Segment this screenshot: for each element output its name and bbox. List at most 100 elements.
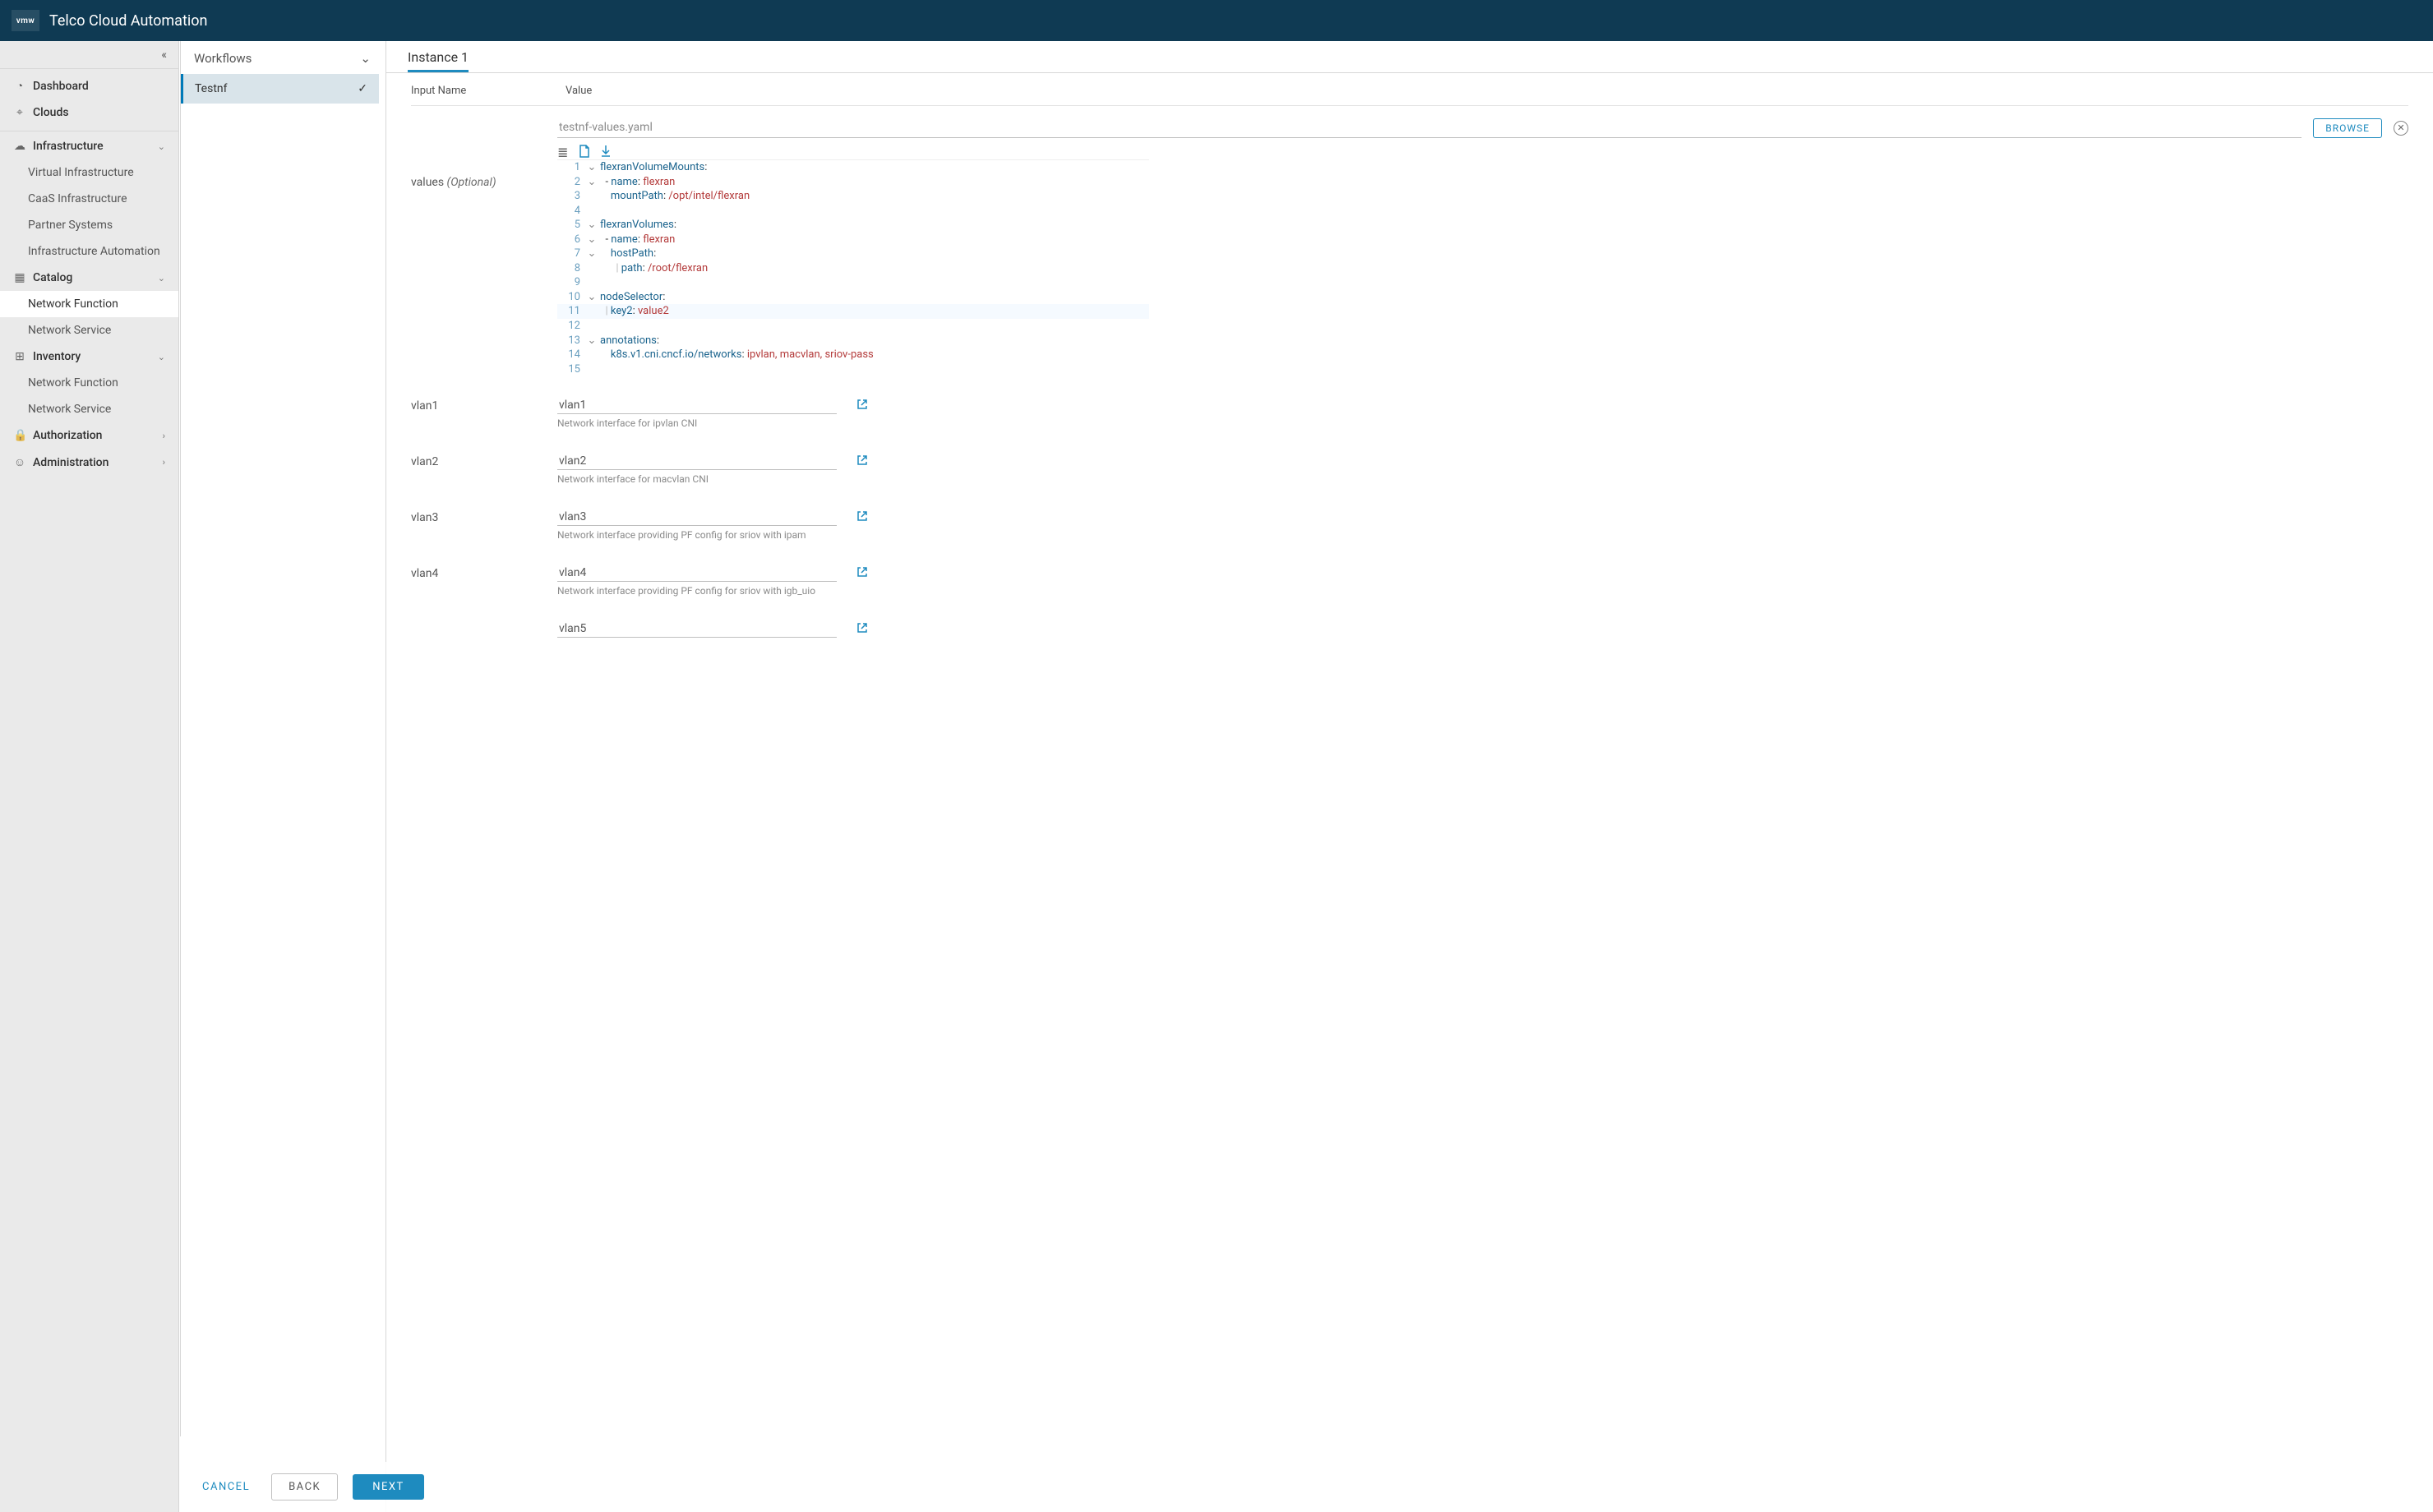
- editor-line[interactable]: 15: [557, 362, 1149, 377]
- clear-file-button[interactable]: ✕: [2394, 121, 2408, 136]
- sidebar-item-label: Infrastructure: [33, 140, 104, 153]
- editor-line[interactable]: 7⌄ hostPath:: [557, 247, 1149, 261]
- editor-line[interactable]: 10⌄nodeSelector:: [557, 290, 1149, 305]
- code: hostPath:: [598, 247, 1149, 261]
- close-icon: ✕: [2397, 122, 2404, 133]
- line-number: 3: [557, 189, 585, 204]
- sidebar-item-caas[interactable]: CaaS Infrastructure: [0, 186, 178, 212]
- sidebar-item-infrastructure[interactable]: ☁ Infrastructure ⌄: [0, 133, 178, 159]
- external-link-icon[interactable]: [856, 621, 868, 637]
- sidebar-item-inventory[interactable]: ⊞ Inventory ⌄: [0, 343, 178, 370]
- sidebar-item-label: Authorization: [33, 429, 102, 442]
- app-title: Telco Cloud Automation: [49, 12, 207, 30]
- sidebar-item-label: Catalog: [33, 271, 72, 284]
- vlan-hint: Network interface providing PF config fo…: [557, 585, 837, 597]
- sidebar-collapse[interactable]: «: [0, 41, 178, 69]
- editor-line[interactable]: 1⌄flexranVolumeMounts:: [557, 160, 1149, 175]
- list-icon[interactable]: ≣: [557, 145, 570, 158]
- code: k8s.v1.cni.cncf.io/networks: ipvlan, mac…: [598, 348, 1149, 362]
- code: | path: /root/flexran: [598, 261, 1149, 276]
- editor-line[interactable]: 12: [557, 319, 1149, 334]
- line-number: 8: [557, 261, 585, 276]
- browse-button[interactable]: BROWSE: [2313, 118, 2382, 138]
- vlan-input[interactable]: [557, 397, 837, 414]
- fold-icon[interactable]: ⌄: [585, 160, 598, 175]
- editor-line[interactable]: 3 mountPath: /opt/intel/flexran: [557, 189, 1149, 204]
- external-link-icon[interactable]: [856, 454, 868, 469]
- fold-icon[interactable]: ⌄: [585, 247, 598, 261]
- external-link-icon[interactable]: [856, 398, 868, 413]
- external-link-icon[interactable]: [856, 509, 868, 525]
- editor-line[interactable]: 8 | path: /root/flexran: [557, 261, 1149, 276]
- download-icon[interactable]: [600, 145, 613, 158]
- sidebar-item-administration[interactable]: ☺ Administration ›: [0, 449, 178, 476]
- editor-line[interactable]: 13⌄annotations:: [557, 334, 1149, 348]
- vlan-input[interactable]: [557, 565, 837, 582]
- tab-instance-1[interactable]: Instance 1: [408, 44, 469, 72]
- fold-icon[interactable]: ⌄: [585, 175, 598, 190]
- workflow-item-testnf[interactable]: Testnf ✓: [181, 74, 379, 104]
- inventory-icon: ⊞: [13, 350, 26, 363]
- workflow-item-label: Testnf: [195, 82, 228, 95]
- fold-icon[interactable]: ⌄: [585, 233, 598, 247]
- sidebar-item-network-service[interactable]: Network Service: [0, 317, 178, 343]
- sidebar-item-catalog[interactable]: ▦ Catalog ⌄: [0, 265, 178, 291]
- wizard-footer: CANCEL BACK NEXT: [179, 1462, 2433, 1512]
- sidebar-item-inv-network-function[interactable]: Network Function: [0, 370, 178, 396]
- catalog-icon: ▦: [13, 271, 26, 284]
- sidebar-item-inv-network-service[interactable]: Network Service: [0, 396, 178, 422]
- line-number: 4: [557, 204, 585, 219]
- editor-line[interactable]: 6⌄ - name: flexran: [557, 233, 1149, 247]
- fold-icon: [585, 304, 598, 319]
- editor-line[interactable]: 5⌄flexranVolumes:: [557, 218, 1149, 233]
- sidebar-item-authorization[interactable]: 🔒 Authorization ›: [0, 422, 178, 449]
- fold-icon[interactable]: ⌄: [585, 334, 598, 348]
- vlan-input[interactable]: [557, 509, 837, 526]
- code: [598, 362, 1149, 377]
- vlan-input[interactable]: [557, 453, 837, 470]
- code: annotations:: [598, 334, 1149, 348]
- fold-icon[interactable]: ⌄: [585, 290, 598, 305]
- vlan-label: vlan3: [411, 508, 542, 524]
- external-link-icon[interactable]: [856, 565, 868, 581]
- line-number: 14: [557, 348, 585, 362]
- line-number: 5: [557, 218, 585, 233]
- vlan-input[interactable]: [557, 620, 837, 638]
- editor-line[interactable]: 11 | key2: value2: [557, 304, 1149, 319]
- sidebar-item-infra-automation[interactable]: Infrastructure Automation: [0, 238, 178, 265]
- next-button[interactable]: NEXT: [353, 1474, 424, 1500]
- sidebar-item-label: Infrastructure Automation: [28, 245, 160, 258]
- fold-icon: [585, 275, 598, 290]
- line-number: 1: [557, 160, 585, 175]
- sidebar-item-dashboard[interactable]: ◔ Dashboard: [0, 72, 178, 99]
- fold-icon: [585, 189, 598, 204]
- workflows-title: Workflows: [194, 51, 252, 66]
- check-icon: ✓: [358, 82, 367, 95]
- editor-line[interactable]: 2⌄ - name: flexran: [557, 175, 1149, 190]
- sidebar-item-partner-systems[interactable]: Partner Systems: [0, 212, 178, 238]
- sidebar-item-network-function[interactable]: Network Function: [0, 291, 178, 317]
- file-name-input[interactable]: testnf-values.yaml: [557, 118, 2301, 138]
- fold-icon: [585, 348, 598, 362]
- yaml-editor[interactable]: 1⌄flexranVolumeMounts:2⌄ - name: flexran…: [557, 159, 1149, 376]
- code: | key2: value2: [598, 304, 1149, 319]
- cancel-button[interactable]: CANCEL: [196, 1474, 256, 1500]
- back-button[interactable]: BACK: [271, 1473, 338, 1500]
- fold-icon[interactable]: ⌄: [585, 218, 598, 233]
- vmw-logo: vmw: [12, 10, 39, 31]
- sidebar-item-label: Network Function: [28, 376, 118, 390]
- workflow-header[interactable]: Workflows ⌄: [179, 46, 385, 72]
- chevron-down-icon: ⌄: [158, 352, 165, 362]
- sidebar-item-clouds[interactable]: ⌖ Clouds: [0, 99, 178, 126]
- sidebar-item-virtual-infra[interactable]: Virtual Infrastructure: [0, 159, 178, 186]
- line-number: 9: [557, 275, 585, 290]
- sidebar-item-label: Network Service: [28, 324, 111, 337]
- editor-line[interactable]: 9: [557, 275, 1149, 290]
- vlan-hint: Network interface providing PF config fo…: [557, 529, 837, 541]
- document-icon[interactable]: [579, 145, 592, 158]
- col-input-name: Input Name: [411, 85, 542, 97]
- code: - name: flexran: [598, 175, 1149, 190]
- fold-icon: [585, 261, 598, 276]
- editor-line[interactable]: 14 k8s.v1.cni.cncf.io/networks: ipvlan, …: [557, 348, 1149, 362]
- editor-line[interactable]: 4: [557, 204, 1149, 219]
